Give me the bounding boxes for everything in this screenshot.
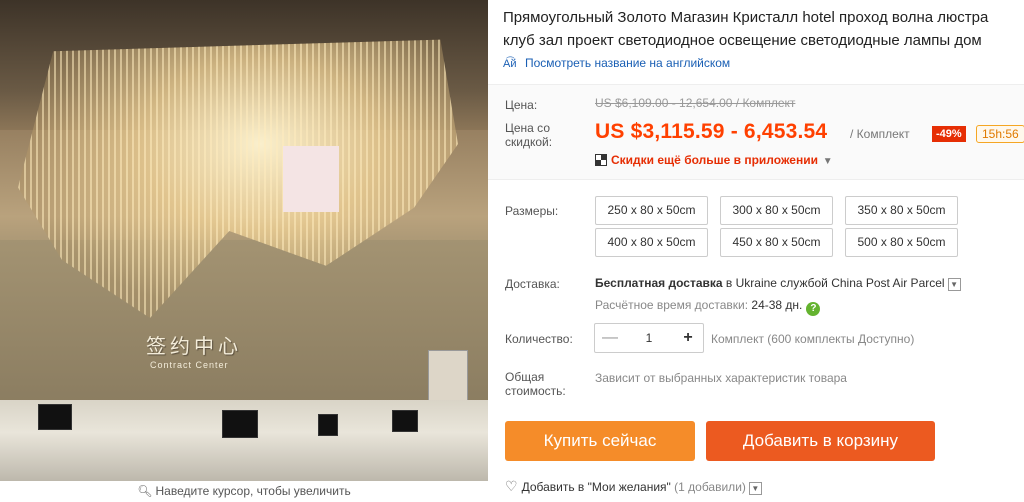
quantity-increase-button[interactable]: + <box>673 324 703 352</box>
delivery-time-value: 24-38 дн. <box>751 298 803 312</box>
photo-wall-sign: 签约中心 <box>146 334 242 358</box>
size-option[interactable]: 350 x 80 x 50cm <box>845 196 958 225</box>
app-deal-link[interactable]: Скидки ещё больше в приложении ▼ <box>595 153 833 167</box>
app-deal-label: Скидки ещё больше в приложении <box>611 153 818 167</box>
translate-link[interactable]: A͡й Посмотреть название на английском <box>503 56 730 70</box>
help-icon[interactable]: ? <box>806 302 821 316</box>
magnifier-icon: 🔍︎ <box>137 484 153 498</box>
quantity-decrease-button[interactable]: — <box>595 324 625 352</box>
photo-monitor <box>38 404 72 430</box>
wishlist-label: Добавить в "Мои желания" <box>521 480 671 494</box>
chevron-down-icon: ▼ <box>819 156 833 167</box>
quantity-stepper: — + <box>594 323 704 353</box>
discount-badge: -49% <box>932 126 966 142</box>
price-label: Цена: <box>505 98 538 112</box>
size-option[interactable]: 500 x 80 x 50cm <box>845 228 958 257</box>
photo-wall-sign-sub: Contract Center <box>150 360 229 370</box>
qr-code-icon <box>595 154 607 166</box>
zoom-hint: 🔍︎ Наведите курсор, чтобы увеличить <box>0 484 488 498</box>
total-label: Общая стоимость: <box>505 370 566 398</box>
product-title-line1: Прямоугольный Золото Магазин Кристалл ho… <box>503 9 989 26</box>
price-block: Цена: US $6,109.00 - 12,654.00 / Комплек… <box>488 84 1024 180</box>
quantity-label: Количество: <box>505 332 573 346</box>
chevron-down-icon[interactable]: ▼ <box>748 482 762 495</box>
product-title-line2: клуб зал проект светодиодное освещение с… <box>503 32 982 49</box>
shipping-method-text: в Ukraine службой China Post Air Parcel <box>722 276 945 290</box>
zoom-hint-text: Наведите курсор, чтобы увеличить <box>155 484 351 498</box>
heart-plus-icon: ♡ <box>505 478 518 494</box>
discount-price-label: Цена со скидкой: <box>505 121 552 149</box>
size-option[interactable]: 450 x 80 x 50cm <box>720 228 833 257</box>
product-title: Прямоугольный Золото Магазин Кристалл ho… <box>503 6 1024 52</box>
discount-price-label-line1: Цена со <box>505 121 550 135</box>
wishlist-count: (1 добавили) <box>674 480 746 494</box>
translate-link-label: Посмотреть название на английском <box>525 56 731 70</box>
add-to-cart-button[interactable]: Добавить в корзину <box>706 421 935 461</box>
shipping-label: Доставка: <box>505 277 560 291</box>
discount-price-label-line2: скидкой: <box>505 135 553 149</box>
old-price: US $6,109.00 - 12,654.00 / Комплект <box>595 96 796 110</box>
product-image[interactable]: 签约中心 Contract Center <box>0 0 488 481</box>
delivery-time-label: Расчётное время доставки: <box>595 298 749 312</box>
translate-icon: A͡й <box>503 58 517 70</box>
photo-monitor <box>318 414 338 436</box>
countdown-timer: 15h:56 <box>976 125 1024 143</box>
shipping-method[interactable]: Бесплатная доставка в Ukraine службой Ch… <box>595 276 961 291</box>
quantity-availability: Комплект (600 комплекты Доступно) <box>711 332 915 346</box>
discount-price: US $3,115.59 - 6,453.54 <box>595 120 828 143</box>
chevron-down-icon[interactable]: ▼ <box>947 278 961 291</box>
delivery-estimate: Расчётное время доставки: 24-38 дн.? <box>595 298 821 316</box>
size-option[interactable]: 300 x 80 x 50cm <box>720 196 833 225</box>
total-label-line2: стоимость: <box>505 384 566 398</box>
product-gallery: 签约中心 Contract Center 🔍︎ Наведите курсор, … <box>0 0 488 502</box>
price-unit: / Комплект <box>850 127 910 141</box>
total-label-line1: Общая <box>505 370 545 384</box>
quantity-input[interactable] <box>625 324 673 352</box>
total-note: Зависит от выбранных характеристик товар… <box>595 371 847 385</box>
wishlist-link[interactable]: ♡ Добавить в "Мои желания" (1 добавили) ▼ <box>505 478 762 495</box>
size-option[interactable]: 250 x 80 x 50cm <box>595 196 708 225</box>
image-placeholder-box <box>283 146 339 212</box>
sizes-label: Размеры: <box>505 204 559 218</box>
product-info: Прямоугольный Золото Магазин Кристалл ho… <box>488 0 1024 502</box>
size-option[interactable]: 400 x 80 x 50cm <box>595 228 708 257</box>
photo-monitor <box>222 410 258 438</box>
photo-monitor <box>392 410 418 432</box>
buy-now-button[interactable]: Купить сейчас <box>505 421 695 461</box>
free-shipping-text: Бесплатная доставка <box>595 276 723 290</box>
